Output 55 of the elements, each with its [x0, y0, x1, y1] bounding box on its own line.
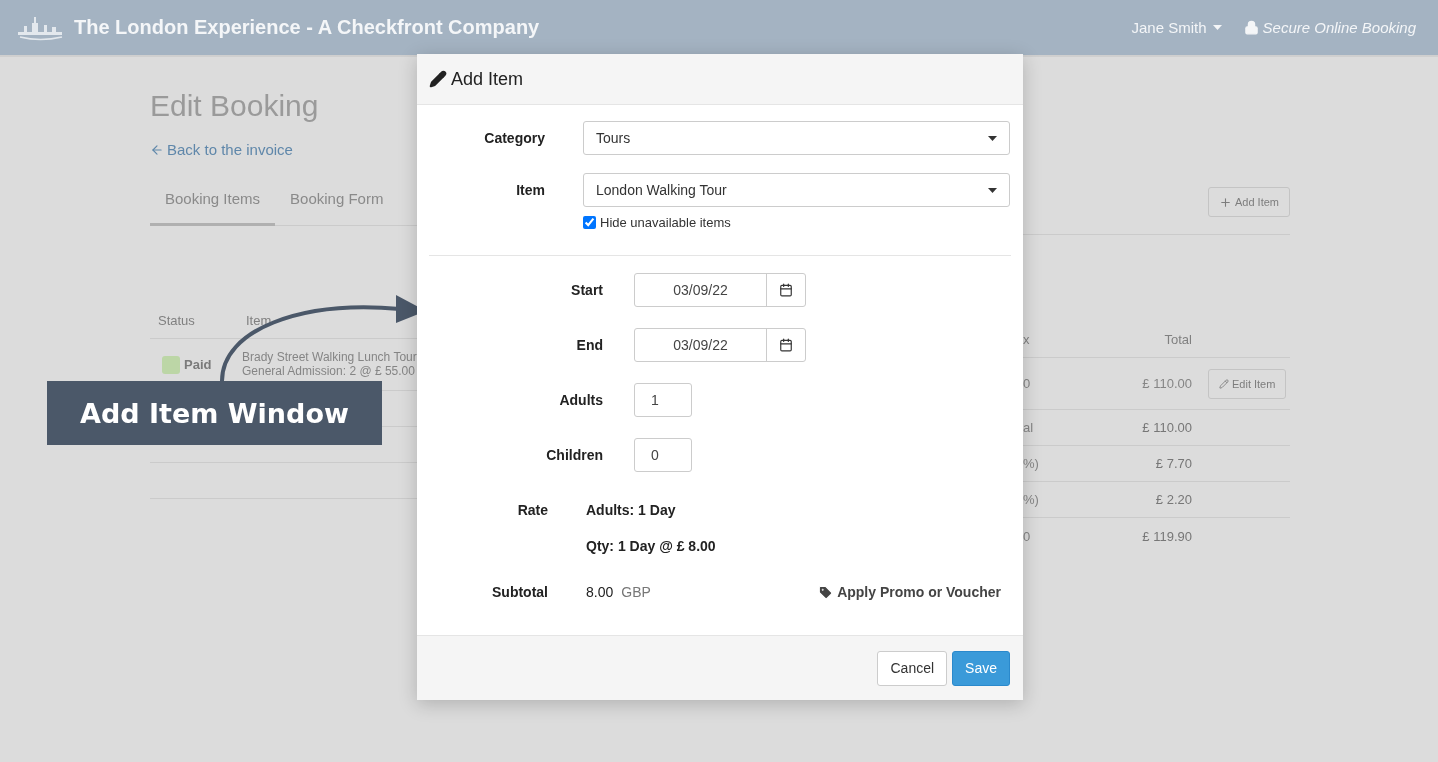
- status-text: Paid: [184, 357, 212, 372]
- table-cell-text: %): [1023, 456, 1040, 471]
- currency-text: GBP: [621, 584, 651, 600]
- dialog-title: Add Item: [451, 68, 524, 90]
- tag-icon: [818, 584, 834, 600]
- count-field[interactable]: 0: [634, 438, 692, 472]
- field-label: Start: [570, 282, 603, 298]
- calendar-icon: [779, 283, 793, 297]
- table-cell-text: 0: [1023, 376, 1032, 391]
- promo-link[interactable]: Apply Promo or Voucher: [818, 584, 1001, 600]
- caret-icon: [988, 187, 997, 193]
- caret-icon: [1212, 25, 1222, 30]
- rate-text: Qty: 1 Day @ £ 8.00: [586, 538, 717, 554]
- total-cell-text: £ 110.00: [1141, 376, 1192, 391]
- total-cell-text: £ 110.00: [1141, 420, 1192, 435]
- field-label: Rate: [516, 502, 548, 518]
- category-select[interactable]: Tours: [583, 121, 1010, 155]
- calendar-icon: [779, 338, 793, 352]
- count-field[interactable]: 1: [634, 383, 692, 417]
- field-label: Category: [483, 130, 545, 146]
- table-cell-text: %): [1023, 492, 1040, 507]
- total-cell-text: £ 2.20: [1154, 492, 1192, 507]
- callout-text: Add Item Window: [80, 397, 349, 429]
- pencil-icon: [429, 70, 447, 88]
- item-detail: General Admission: 2 @ £ 55.00: [242, 364, 416, 378]
- page-heading: Edit Booking: [150, 89, 320, 123]
- secure-booking-text: Secure Online Booking: [1262, 19, 1416, 36]
- field-label: Children: [545, 447, 603, 463]
- item-select[interactable]: London Walking Tour: [583, 173, 1010, 207]
- table-cell-text: 0: [1023, 528, 1032, 544]
- status-square-icon: [162, 355, 180, 374]
- column-header: Status: [157, 312, 196, 328]
- total-cell-text: £ 7.70: [1154, 456, 1192, 471]
- column-header: Total: [1163, 331, 1192, 347]
- field-label: End: [575, 337, 603, 353]
- lock-icon: [1243, 20, 1259, 35]
- cancel-button[interactable]: Cancel: [877, 650, 948, 686]
- field-label: Item: [515, 182, 545, 198]
- column-header: Item: [245, 312, 272, 328]
- field-label: Adults: [558, 392, 603, 408]
- caret-icon: [988, 135, 997, 141]
- subtotal-amount: 8.00: [586, 584, 614, 600]
- date-field[interactable]: 03/09/22: [634, 328, 806, 362]
- table-cell-text: al: [1023, 420, 1035, 435]
- date-field[interactable]: 03/09/22: [634, 273, 806, 307]
- plus-icon: [1218, 195, 1232, 209]
- hide-unavailable-checkbox[interactable]: [583, 216, 596, 229]
- column-header: x: [1023, 331, 1031, 347]
- rate-text: Adults: 1 Day: [586, 502, 677, 518]
- pencil-icon: [1219, 378, 1229, 389]
- checkbox-label: Hide unavailable items: [600, 215, 731, 230]
- site-title: The London Experience - A Checkfront Company: [74, 16, 540, 39]
- field-label: Subtotal: [491, 584, 548, 600]
- item-name: Brady Street Walking Lunch Tour: [242, 350, 417, 364]
- total-cell-text: £ 119.90: [1141, 528, 1192, 544]
